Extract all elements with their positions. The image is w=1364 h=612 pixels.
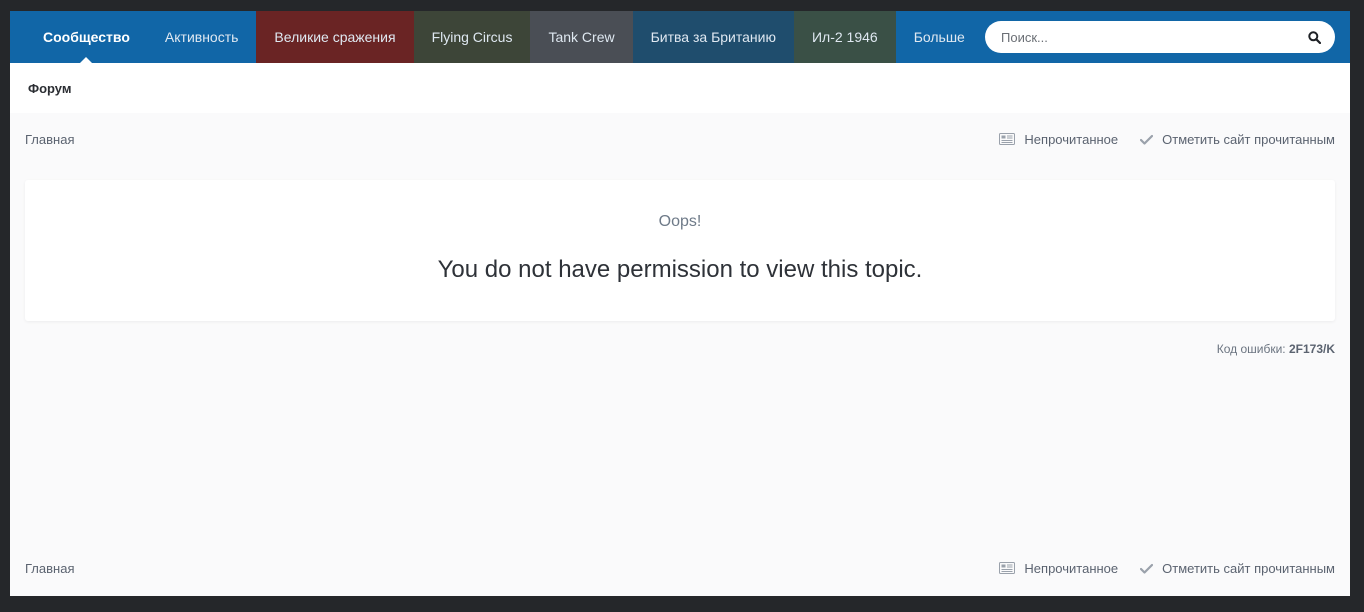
unread-link[interactable]: Непрочитанное <box>999 132 1118 147</box>
mark-site-read-label: Отметить сайт прочитанным <box>1162 560 1335 576</box>
breadcrumb-actions: Непрочитанное Отметить сайт прочитанным <box>999 561 1335 576</box>
check-icon <box>1140 563 1154 574</box>
error-code-value: 2F173/K <box>1288 342 1335 356</box>
error-code: Код ошибки: 2F173/K <box>1217 342 1335 356</box>
newspaper-icon <box>999 133 1016 145</box>
nav-item-tank-crew[interactable]: Tank Crew <box>530 11 633 63</box>
unread-label: Непрочитанное <box>1024 131 1119 147</box>
nav-item-il2-1946[interactable]: Ил-2 1946 <box>793 11 896 63</box>
unread-link[interactable]: Непрочитанное <box>999 561 1118 576</box>
sub-nav-forum[interactable]: Форум <box>28 81 71 96</box>
breadcrumb-home-link[interactable]: Главная <box>25 561 74 576</box>
search-input[interactable] <box>1001 29 1307 45</box>
error-card: Oops! You do not have permission to view… <box>25 180 1335 321</box>
mark-site-read-link[interactable]: Отметить сайт прочитанным <box>1140 561 1335 576</box>
nav-item-battle-of-britain[interactable]: Битва за Британию <box>632 11 794 63</box>
nav-item-community[interactable]: Сообщество <box>10 11 147 63</box>
breadcrumb-home-link[interactable]: Главная <box>25 132 74 147</box>
unread-label: Непрочитанное <box>1024 560 1119 576</box>
nav-item-flying-circus[interactable]: Flying Circus <box>413 11 531 63</box>
error-code-label: Код ошибки: <box>1216 342 1286 356</box>
nav-item-more[interactable]: Больше <box>896 11 983 63</box>
newspaper-icon <box>999 562 1016 574</box>
check-icon <box>1140 134 1154 145</box>
nav-item-great-battles[interactable]: Великие сражения <box>256 11 414 63</box>
search-box <box>985 21 1335 53</box>
breadcrumb-bottom: Главная Непрочитанное Отметить сайт проч… <box>25 558 1335 578</box>
nav-item-activity[interactable]: Активность <box>147 11 257 63</box>
error-heading: Oops! <box>658 213 702 230</box>
mark-site-read-label: Отметить сайт прочитанным <box>1162 131 1335 147</box>
sub-nav: Форум <box>10 63 1350 113</box>
breadcrumb-actions: Непрочитанное Отметить сайт прочитанным <box>999 132 1335 147</box>
error-message: You do not have permission to view this … <box>437 256 923 283</box>
breadcrumb-top: Главная Непрочитанное Отметить сайт проч… <box>25 129 1335 149</box>
mark-site-read-link[interactable]: Отметить сайт прочитанным <box>1140 132 1335 147</box>
page-frame: Сообщество Активность Великие сражения F… <box>10 11 1350 596</box>
search-icon[interactable] <box>1307 30 1321 44</box>
